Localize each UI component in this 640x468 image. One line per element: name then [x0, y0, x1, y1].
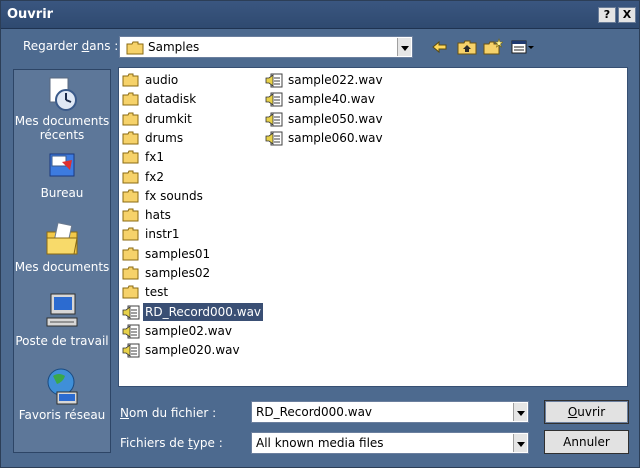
folder-icon: [122, 150, 139, 169]
folder-icon: [122, 92, 139, 111]
up-folder-icon: [457, 40, 477, 55]
place-label: Mes documents récents: [14, 114, 110, 142]
folder-icon: [122, 112, 139, 131]
help-button[interactable]: ?: [598, 7, 616, 23]
item-name: sample40.wav: [288, 92, 375, 107]
recent-documents-icon: [49, 77, 77, 111]
folder-icon: [122, 73, 139, 92]
item-name: instr1: [145, 227, 180, 242]
file-name-label: Nom du fichier :: [120, 406, 217, 420]
folder-icon: [122, 227, 139, 246]
item-name: sample060.wav: [288, 130, 383, 145]
look-in-dropdown[interactable]: Samples: [119, 36, 413, 58]
file-type-dropdown[interactable]: All known media files: [251, 432, 529, 454]
folder-icon: [122, 285, 139, 304]
close-button[interactable]: X: [618, 7, 636, 23]
view-menu-button[interactable]: [509, 36, 537, 58]
wav-file-icon: [265, 73, 283, 93]
look-in-value: Samples: [148, 40, 200, 54]
back-button[interactable]: [429, 36, 453, 58]
network-places-icon: [47, 368, 78, 405]
look-in-label: Regarder dans :: [23, 39, 119, 53]
place-label: Favoris réseau: [18, 408, 106, 422]
folder-icon: [122, 189, 139, 208]
up-one-level-button[interactable]: [455, 36, 479, 58]
desktop-icon: [49, 153, 75, 177]
item-name: samples02: [145, 266, 211, 280]
item-name: drums: [145, 130, 184, 145]
item-name: fx sounds: [145, 188, 203, 203]
my-documents-icon: [46, 222, 78, 255]
chevron-down-icon[interactable]: [513, 434, 527, 452]
folder-icon: [122, 208, 139, 227]
folder-icon: [122, 131, 139, 150]
file-list[interactable]: audio datadisk drumkit drums fx1 fx2 fx sounds…: [118, 67, 628, 387]
wav-file-icon: [122, 343, 140, 363]
item-name: fx2: [145, 169, 164, 184]
open-button[interactable]: Ouvrir: [544, 400, 629, 424]
new-folder-button[interactable]: [481, 36, 505, 58]
open-dialog: Ouvrir ? X Regarder dans : Samples Mes d…: [0, 0, 640, 468]
window-title: Ouvrir: [7, 7, 54, 22]
place-my-documents[interactable]: Mes documents: [14, 220, 110, 274]
item-name: RD_Record000.wav: [141, 301, 265, 322]
file-type-value: All known media files: [256, 436, 384, 450]
place-label: Poste de travail: [15, 334, 109, 348]
folder-icon: [122, 247, 139, 266]
view-menu-icon: [511, 40, 534, 54]
place-network[interactable]: Favoris réseau: [14, 366, 110, 422]
places-bar: Mes documents récents Bureau Mes documen…: [13, 69, 111, 453]
item-name: sample020.wav: [145, 343, 240, 358]
back-arrow-icon: [432, 40, 447, 54]
item-name: samples01: [145, 246, 211, 261]
item-name: datadisk: [145, 92, 197, 107]
item-name: sample02.wav: [145, 323, 232, 338]
file-name-field[interactable]: RD_Record000.wav: [251, 401, 529, 423]
cancel-button[interactable]: Annuler: [544, 430, 629, 454]
folder-icon: [122, 170, 139, 189]
item-name: sample050.wav: [288, 111, 383, 126]
wav-file-icon: [265, 112, 283, 132]
item-name: sample022.wav: [288, 73, 383, 87]
wav-file-icon: [265, 92, 283, 112]
wav-file-icon: [122, 305, 140, 325]
file-name-value[interactable]: RD_Record000.wav: [256, 405, 372, 419]
item-name: test: [145, 285, 169, 300]
chevron-down-icon[interactable]: [397, 38, 411, 56]
place-my-computer[interactable]: Poste de travail: [14, 292, 110, 348]
item-name: audio: [145, 73, 179, 87]
place-label: Mes documents: [14, 260, 110, 274]
new-folder-icon: [483, 38, 503, 55]
chevron-down-icon[interactable]: [513, 403, 527, 421]
folder-icon: [122, 266, 139, 285]
folder-icon: [126, 41, 144, 55]
my-computer-icon: [46, 293, 78, 327]
place-recent-documents[interactable]: Mes documents récents: [14, 76, 110, 142]
item-name: drumkit: [145, 111, 192, 126]
wav-file-icon: [265, 131, 283, 151]
title-bar[interactable]: Ouvrir ? X: [1, 1, 639, 29]
place-label: Bureau: [40, 186, 84, 200]
wav-file-icon: [122, 324, 140, 344]
item-name: fx1: [145, 150, 164, 165]
file-type-label: Fichiers de type :: [120, 436, 223, 450]
place-desktop[interactable]: Bureau: [14, 150, 110, 200]
item-name: hats: [145, 208, 171, 223]
